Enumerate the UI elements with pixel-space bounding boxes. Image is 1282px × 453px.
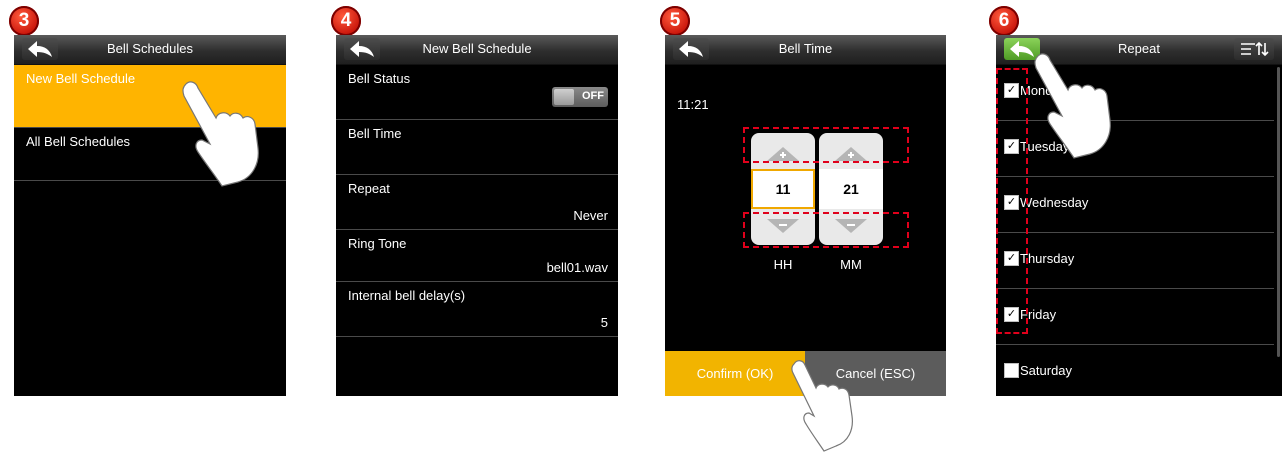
title-bar: New Bell Schedule [336, 35, 618, 65]
bell-time-row[interactable]: Bell Time [336, 120, 618, 175]
menu-item-label: All Bell Schedules [26, 134, 131, 149]
repeat-row[interactable]: Repeat Never [336, 175, 618, 230]
day-row-saturday[interactable]: Saturday [996, 345, 1274, 396]
ring-tone-value: bell01.wav [546, 260, 608, 275]
bell-delay-value: 5 [600, 315, 608, 330]
toggle-state: OFF [582, 90, 604, 102]
hour-value[interactable]: 11 [751, 169, 815, 209]
screen-title: New Bell Schedule [422, 41, 532, 56]
bell-status-label: Bell Status [348, 71, 411, 86]
step-badge-6: 6 [989, 6, 1019, 36]
sort-menu-button[interactable] [1234, 38, 1274, 60]
pointing-hand-icon [182, 81, 259, 187]
up-buttons-highlight [743, 127, 909, 163]
day-row-friday[interactable]: ✓ Friday [996, 289, 1274, 345]
repeat-label: Repeat [348, 181, 390, 196]
repeat-value: Never [573, 208, 608, 223]
day-label: Saturday [1020, 363, 1073, 378]
title-bar: Bell Schedules [14, 35, 286, 65]
confirm-button[interactable]: Confirm (OK) [665, 351, 805, 396]
sort-menu-icon [1241, 41, 1269, 57]
step-badge-3: 3 [9, 6, 39, 36]
hour-label: HH [773, 257, 793, 272]
screen-title: Bell Schedules [107, 41, 193, 56]
scrollbar[interactable] [1277, 67, 1280, 357]
bell-delay-row[interactable]: Internal bell delay(s) 5 [336, 282, 618, 337]
step-badge-5: 5 [660, 6, 690, 36]
time-display: 11:21 [677, 97, 709, 112]
checkboxes-highlight [996, 68, 1028, 334]
bell-time-label: Bell Time [348, 126, 402, 141]
screen-title: Bell Time [778, 41, 833, 56]
bell-delay-label: Internal bell delay(s) [348, 288, 466, 303]
bell-status-toggle[interactable]: OFF [552, 87, 608, 107]
pointing-hand-icon [1034, 53, 1111, 159]
minute-value[interactable]: 21 [819, 169, 883, 209]
ring-tone-label: Ring Tone [348, 236, 407, 251]
toggle-knob [554, 89, 574, 105]
bell-status-row[interactable]: Bell Status OFF [336, 65, 618, 120]
day-label: Thursday [1020, 251, 1075, 266]
day-row-wednesday[interactable]: ✓ Wednesday [996, 177, 1274, 233]
pointing-hand-icon [791, 360, 853, 452]
ring-tone-row[interactable]: Ring Tone bell01.wav [336, 230, 618, 282]
bell-time-screen: Bell Time 11:21 11 21 HH MM Confirm (OK)… [665, 35, 946, 396]
down-buttons-highlight [743, 212, 909, 248]
day-row-thursday[interactable]: ✓ Thursday [996, 233, 1274, 289]
menu-item-label: New Bell Schedule [26, 71, 136, 86]
step-badge-4: 4 [331, 6, 361, 36]
checkbox-saturday[interactable] [1004, 363, 1019, 378]
minute-label: MM [840, 257, 862, 272]
title-bar: Bell Time [665, 35, 946, 65]
new-bell-schedule-screen: New Bell Schedule Bell Status OFF Bell T… [336, 35, 618, 396]
day-label: Wednesday [1020, 195, 1089, 210]
